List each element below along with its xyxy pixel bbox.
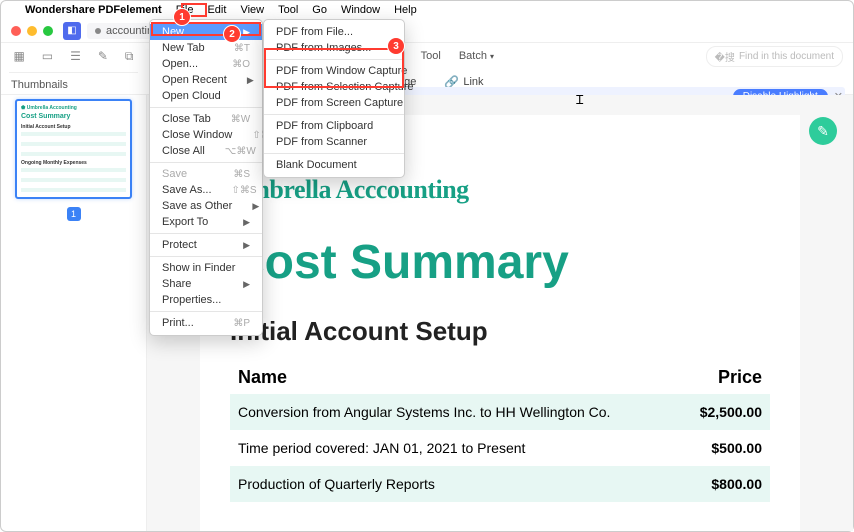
menu-item-pdf-from-file[interactable]: PDF from File... (264, 24, 404, 40)
menu-item-share[interactable]: Share▶ (150, 276, 262, 292)
page-number-badge[interactable]: 1 (67, 207, 81, 221)
callout-3: 3 (387, 37, 405, 55)
sidebar: ▦ ▭ ☰ ✎ ⧉ Thumbnails ⬟ Umbrella Accounti… (1, 95, 147, 531)
menu-view[interactable]: View (240, 4, 264, 16)
callout-1: 1 (173, 8, 191, 26)
menu-item-pdf-from-screen[interactable]: PDF from Screen Capture (264, 95, 404, 111)
menu-item-pdf-from-scanner[interactable]: PDF from Scanner (264, 134, 404, 150)
menu-item-pdf-from-images[interactable]: PDF from Images... (264, 40, 404, 56)
menu-tool[interactable]: Tool (278, 4, 298, 16)
submenu-arrow-icon: ▶ (243, 27, 250, 38)
menu-item-print[interactable]: Print...⌘P (150, 315, 262, 331)
menu-item-export[interactable]: Export To▶ (150, 214, 262, 230)
main-area: ▦ ▭ ☰ ✎ ⧉ Thumbnails ⬟ Umbrella Accounti… (1, 95, 853, 531)
table-row: Conversion from Angular Systems Inc. to … (230, 394, 770, 430)
menu-item-open[interactable]: Open...⌘O (150, 56, 262, 72)
page-thumbnail[interactable]: ⬟ Umbrella Accounting Cost Summary Initi… (15, 99, 132, 199)
search-icon: �搜 (715, 49, 735, 64)
tab-dot-icon (95, 28, 101, 34)
minimize-window-icon[interactable] (27, 26, 37, 36)
floating-action-icon[interactable]: ✎ (809, 117, 837, 145)
menu-edit[interactable]: Edit (207, 4, 226, 16)
doc-brand: Umbrella Acccounting (230, 175, 770, 205)
annotations-icon[interactable]: ✎ (98, 49, 108, 64)
traffic-lights (11, 26, 53, 36)
close-window-icon[interactable] (11, 26, 21, 36)
tab-tool[interactable]: Tool (421, 50, 441, 62)
search-placeholder: Find in this document (739, 51, 834, 62)
menu-item-pdf-from-clipboard[interactable]: PDF from Clipboard (264, 118, 404, 134)
sidebar-title: Thumbnails (11, 79, 136, 91)
sidebar-tools: ▦ ▭ ☰ ✎ ⧉ (9, 43, 138, 73)
menu-item-save-other[interactable]: Save as Other▶ (150, 198, 262, 214)
file-dropdown-menu: New▶ New Tab⌘T Open...⌘O Open Recent▶ Op… (149, 19, 263, 336)
menu-item-close-tab[interactable]: Close Tab⌘W (150, 111, 262, 127)
menu-item-close-window[interactable]: Close Window⇧⌘W (150, 127, 262, 143)
search-input[interactable]: �搜 Find in this document (706, 46, 843, 67)
table-row: Production of Quarterly Reports $800.00 (230, 466, 770, 502)
titlebar: ◧ accounting-sign_Opti (1, 19, 853, 43)
table-row: Time period covered: JAN 01, 2021 to Pre… (230, 430, 770, 466)
menu-item-blank-document[interactable]: Blank Document (264, 157, 404, 173)
thumbnail-view-icon[interactable]: ▦ (13, 49, 24, 64)
home-icon[interactable]: ◧ (63, 22, 81, 40)
new-submenu: PDF from File... PDF from Images... PDF … (263, 19, 405, 178)
attachments-icon[interactable]: ⧉ (125, 49, 134, 64)
menu-item-save[interactable]: Save⌘S (150, 166, 262, 182)
menu-item-pdf-from-window[interactable]: PDF from Window Capture (264, 63, 404, 79)
menu-item-pdf-from-selection[interactable]: PDF from Selection Capture (264, 79, 404, 95)
th-price: Price (679, 361, 770, 394)
menu-item-new[interactable]: New▶ (150, 24, 262, 40)
text-cursor-icon: Ꮖ (576, 93, 584, 108)
th-name: Name (230, 361, 679, 394)
bookmark-icon[interactable]: ▭ (42, 49, 53, 64)
menu-item-open-cloud[interactable]: Open Cloud (150, 88, 262, 104)
tab-batch[interactable]: Batch ▾ (459, 50, 494, 62)
menu-item-protect[interactable]: Protect▶ (150, 237, 262, 253)
doc-section: Initial Account Setup (230, 316, 770, 347)
menu-help[interactable]: Help (394, 4, 417, 16)
doc-title: Cost Summary (230, 235, 770, 290)
menu-window[interactable]: Window (341, 4, 380, 16)
menu-item-properties[interactable]: Properties... (150, 292, 262, 308)
mac-menubar: Wondershare PDFelement File Edit View To… (1, 1, 853, 19)
menu-item-open-recent[interactable]: Open Recent▶ (150, 72, 262, 88)
menu-item-show-finder[interactable]: Show in Finder (150, 260, 262, 276)
cost-table: Name Price Conversion from Angular Syste… (230, 361, 770, 502)
outline-icon[interactable]: ☰ (70, 49, 81, 64)
menu-item-new-tab[interactable]: New Tab⌘T (150, 40, 262, 56)
menu-item-close-all[interactable]: Close All⌥⌘W (150, 143, 262, 159)
menu-go[interactable]: Go (312, 4, 327, 16)
menu-item-save-as[interactable]: Save As...⇧⌘S (150, 182, 262, 198)
maximize-window-icon[interactable] (43, 26, 53, 36)
app-name[interactable]: Wondershare PDFelement (25, 4, 162, 16)
callout-2: 2 (223, 25, 241, 43)
